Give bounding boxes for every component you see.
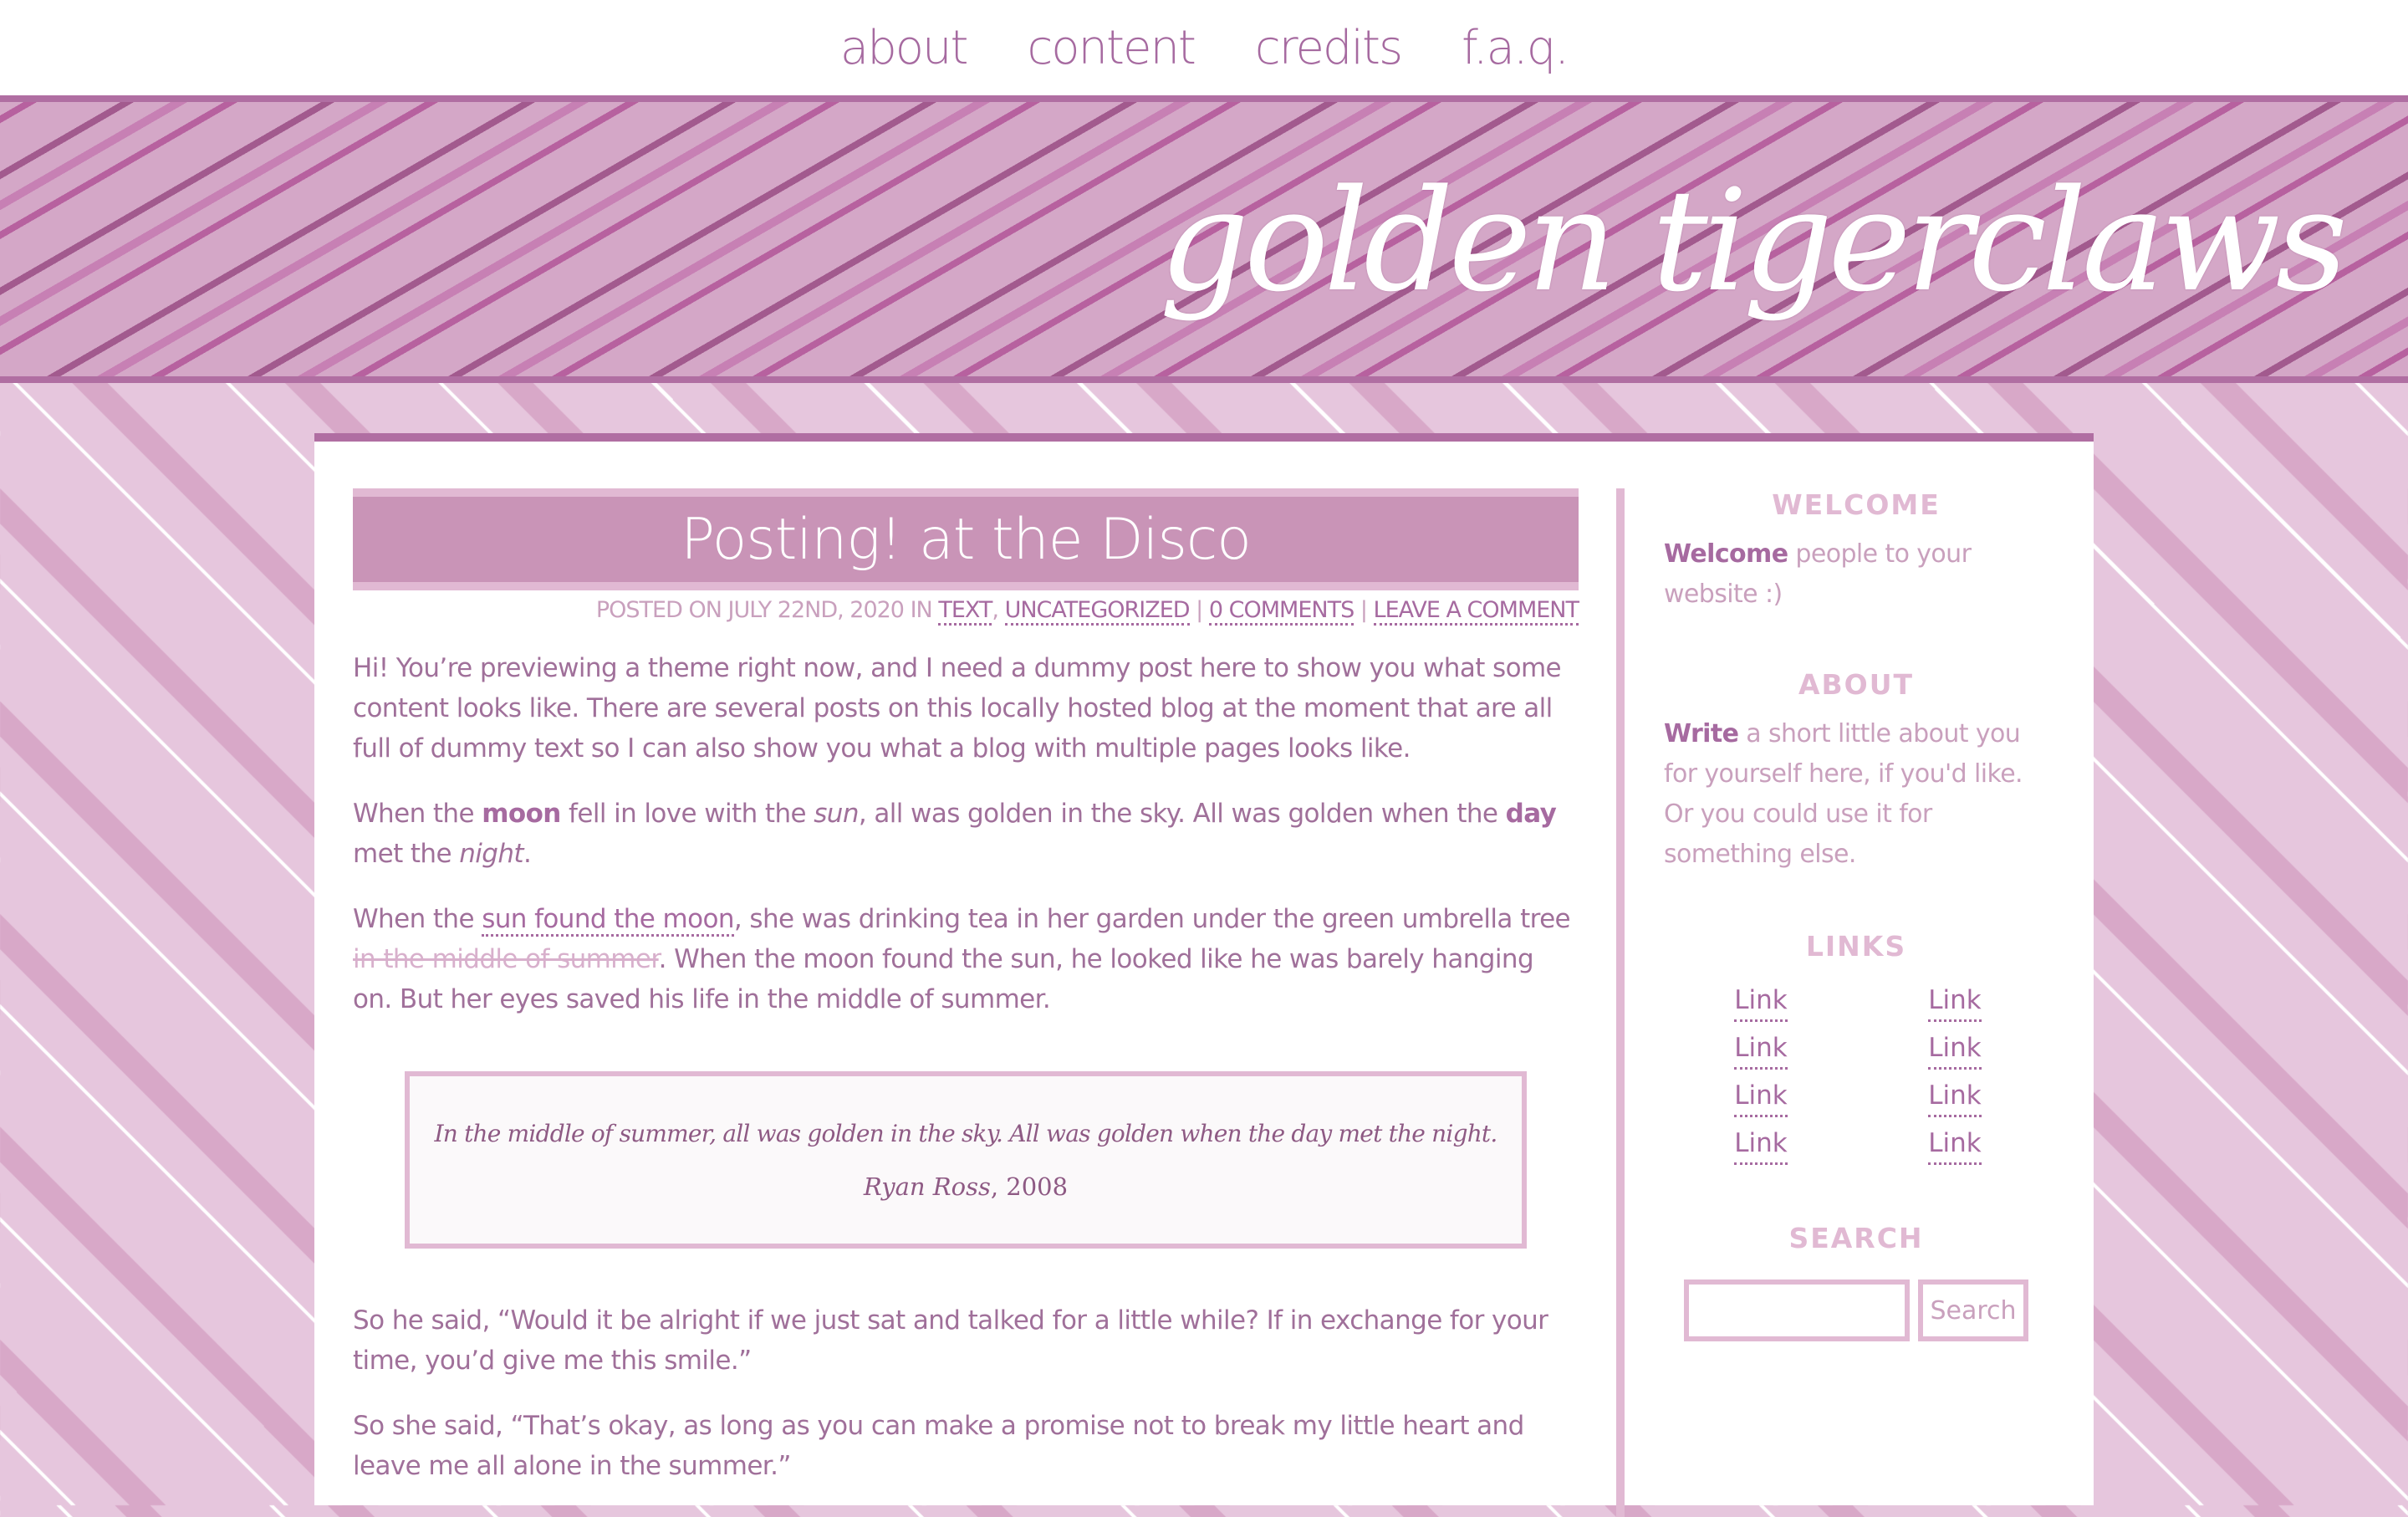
post-date: POSTED ON JULY 22ND, 2020 IN (595, 597, 933, 623)
quote-citation: Ryan Ross, 2008 (864, 1172, 1068, 1201)
search-form: Search (1664, 1279, 2048, 1341)
meta-separator: | (1360, 597, 1368, 623)
category-uncategorized-link[interactable]: UNCATEGORIZED (1004, 597, 1191, 626)
top-nav: about content credits f.a.q. (0, 0, 2408, 95)
sidebar-link[interactable]: Link (1734, 981, 1788, 1022)
nav-faq[interactable]: f.a.q. (1462, 21, 1569, 75)
post-paragraph-4: So he said, “Would it be alright if we j… (353, 1305, 1548, 1376)
nav-content[interactable]: content (1027, 21, 1196, 75)
leave-comment-link[interactable]: LEAVE A COMMENT (1373, 597, 1579, 626)
blockquote: In the middle of summer, all was golden … (405, 1071, 1527, 1249)
sidebar-link[interactable]: Link (1928, 1029, 1982, 1070)
quote-author: Ryan Ross (863, 1172, 991, 1201)
welcome-text: Welcome people to your website :) (1664, 539, 1972, 609)
site-title[interactable]: golden tigerclaws (1160, 171, 2348, 311)
sidebar-link[interactable]: Link (1734, 1124, 1788, 1165)
sidebar-link[interactable]: Link (1734, 1076, 1788, 1117)
nav-credits[interactable]: credits (1255, 21, 1403, 75)
header-banner: golden tigerclaws (0, 95, 2408, 383)
links-grid: Link Link Link Link Link Link Link Link (1664, 981, 2052, 1165)
quote-text: In the middle of summer, all was golden … (434, 1119, 1498, 1147)
content-container: Posting! at the Disco POSTED ON JULY 22N… (314, 433, 2094, 1517)
sidebar-divider (1616, 488, 1625, 1517)
comments-link[interactable]: 0 COMMENTS (1208, 597, 1354, 626)
sidebar-link[interactable]: Link (1734, 1029, 1788, 1070)
post-title[interactable]: Posting! at the Disco (681, 507, 1252, 573)
post-meta: POSTED ON JULY 22ND, 2020 IN TEXT, UNCAT… (353, 597, 1579, 626)
strikethrough-text: in the middle of summer (353, 944, 659, 974)
category-text-link[interactable]: TEXT (938, 597, 992, 626)
widget-title-about: ABOUT (1798, 668, 1915, 701)
search-input[interactable] (1684, 1279, 1910, 1341)
post: Posting! at the Disco POSTED ON JULY 22N… (353, 488, 1579, 1486)
post-paragraph-3: When the sun found the moon, she was dri… (353, 904, 1571, 1014)
post-paragraph-1: Hi! You’re previewing a theme right now,… (353, 653, 1562, 764)
quote-year: , 2008 (990, 1172, 1069, 1201)
widget-title-links: LINKS (1805, 930, 1907, 963)
sun-found-the-moon-link[interactable]: sun found the moon (482, 904, 735, 937)
sidebar-link[interactable]: Link (1928, 981, 1982, 1022)
sidebar-link[interactable]: Link (1928, 1076, 1982, 1117)
widget-title-welcome: WELCOME (1772, 488, 1941, 521)
widget-title-search: SEARCH (1788, 1222, 1924, 1254)
sidebar-link[interactable]: Link (1928, 1124, 1982, 1165)
sidebar: WELCOME Welcome people to your website :… (1664, 488, 2048, 1341)
meta-comma: , (992, 597, 999, 623)
search-button[interactable]: Search (1918, 1279, 2028, 1341)
post-paragraph-5: So she said, “That’s okay, as long as yo… (353, 1411, 1524, 1481)
post-paragraph-2: When the moon fell in love with the sun,… (353, 799, 1557, 869)
meta-separator: | (1196, 597, 1203, 623)
post-title-bar: Posting! at the Disco (353, 488, 1579, 590)
nav-about[interactable]: about (840, 21, 969, 75)
about-text: Write a short little about you for yours… (1664, 719, 2023, 869)
